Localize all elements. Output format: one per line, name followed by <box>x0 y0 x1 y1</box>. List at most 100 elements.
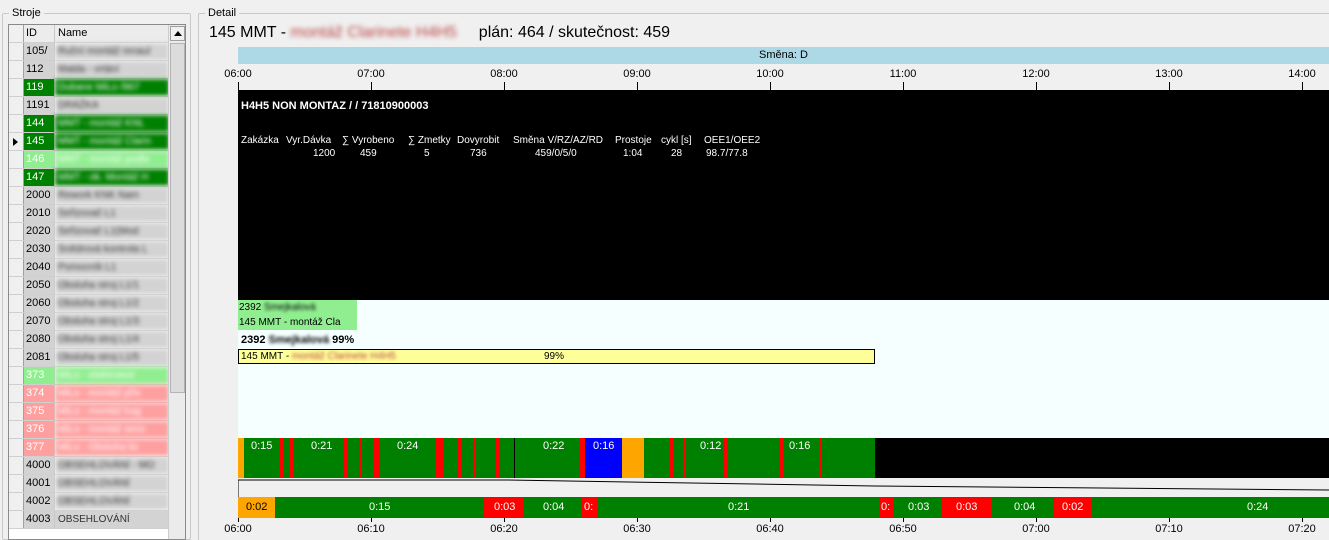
machine-name[interactable]: Snědrová kontrola L <box>55 241 169 258</box>
row-selector[interactable] <box>9 511 24 528</box>
machine-id[interactable]: 147 <box>24 169 55 186</box>
machine-id[interactable]: 374 <box>24 385 55 402</box>
row-selector[interactable] <box>9 97 24 114</box>
row-selector[interactable] <box>9 205 24 222</box>
machine-id[interactable]: 2040 <box>24 259 55 276</box>
machine-id[interactable]: 2030 <box>24 241 55 258</box>
machine-name[interactable]: OBSEHLOVÁNÍ <box>55 493 169 510</box>
machine-id[interactable]: 1191 <box>24 97 55 114</box>
machine-name[interactable]: MiLo - montáž hug <box>55 403 169 420</box>
machine-name[interactable]: MiLo - Obsluha lis <box>55 439 169 456</box>
status-segment-setup[interactable] <box>622 438 644 478</box>
machine-row[interactable]: 2030 Snědrová kontrola L <box>9 241 169 259</box>
machines-grid[interactable]: ID Name 105/Ruční montáž renaul 112 Malda … <box>8 24 186 540</box>
machine-row[interactable]: 1191 DRÁŽKA <box>9 97 169 115</box>
machine-name[interactable]: OBSEHLOVÁNÍ <box>55 475 169 492</box>
status-segment-run[interactable] <box>444 438 458 478</box>
machine-row[interactable]: 2050 Obsluha stroj L1/1 <box>9 277 169 295</box>
machine-name[interactable]: MiLo - montáž přív <box>55 385 169 402</box>
machine-name[interactable]: Seřizovač L1 <box>55 205 169 222</box>
zoom-segment-run[interactable] <box>1092 497 1329 518</box>
machine-name[interactable]: MMT - montáž podlo <box>55 151 169 168</box>
machine-id[interactable]: 2070 <box>24 313 55 330</box>
machine-id[interactable]: 4003 <box>24 511 55 528</box>
machine-row[interactable]: 377 MiLo - Obsluha lis <box>9 439 169 457</box>
machine-name[interactable]: MMT - ok. Montáž H <box>55 169 169 186</box>
status-segment-run[interactable] <box>347 438 360 478</box>
machine-name[interactable]: Obsluha stroj L1/4 <box>55 331 169 348</box>
machine-row[interactable]: 2000 Rework KNK Nam <box>9 187 169 205</box>
status-segment-run[interactable] <box>728 438 780 478</box>
machine-id[interactable]: 376 <box>24 421 55 438</box>
machine-row[interactable]: 146 MMT - montáž podlo <box>9 151 169 169</box>
machine-id[interactable]: 146 <box>24 151 55 168</box>
machine-id[interactable]: 112 <box>24 61 55 78</box>
machine-row[interactable]: 4000 OBSEHLOVÁNÍ - MO <box>9 457 169 475</box>
machine-name[interactable]: Ruční montáž renaul <box>55 43 169 60</box>
machine-row[interactable]: 145 MMT - montáž Clarin <box>9 133 169 151</box>
machine-id[interactable]: 2010 <box>24 205 55 222</box>
row-selector[interactable] <box>9 169 24 186</box>
machine-name[interactable]: OBSEHLOVÁNÍ - MO <box>55 457 169 474</box>
machine-row[interactable]: 2080 Obsluha stroj L1/4 <box>9 331 169 349</box>
status-segment-run[interactable] <box>644 438 670 478</box>
row-selector[interactable] <box>9 277 24 294</box>
operator-progress-bar[interactable]: 145 MMT - montáž Clarinete H4H5 99% <box>238 349 875 364</box>
machine-id[interactable]: 2060 <box>24 295 55 312</box>
row-selector[interactable] <box>9 385 24 402</box>
machine-name[interactable]: MMT - montáž KNL <box>55 115 169 132</box>
machine-id[interactable]: 4000 <box>24 457 55 474</box>
row-selector[interactable] <box>9 187 24 204</box>
status-segment-run[interactable] <box>822 438 875 478</box>
row-selector[interactable] <box>9 61 24 78</box>
machine-name[interactable]: Rework KNK Nam <box>55 187 169 204</box>
machine-id[interactable]: 2081 <box>24 349 55 366</box>
row-selector[interactable] <box>9 367 24 384</box>
machine-name[interactable]: MiLo - montáž senz <box>55 421 169 438</box>
row-selector[interactable] <box>9 439 24 456</box>
column-header-id[interactable]: ID <box>24 25 55 42</box>
machine-row[interactable]: 119 Dubane MiLo /967 <box>9 79 169 97</box>
status-segment-run[interactable] <box>476 438 496 478</box>
machine-id[interactable]: 2050 <box>24 277 55 294</box>
machine-row[interactable]: 374 MiLo - montáž přív <box>9 385 169 403</box>
row-selector[interactable] <box>9 241 24 258</box>
machine-name[interactable]: Obsluha stroj L1/1 <box>55 277 169 294</box>
row-selector[interactable] <box>9 349 24 366</box>
machine-id[interactable]: 373 <box>24 367 55 384</box>
row-selector[interactable] <box>9 115 24 132</box>
row-selector[interactable] <box>9 259 24 276</box>
status-segment-stop[interactable] <box>435 438 444 478</box>
row-selector[interactable] <box>9 151 24 168</box>
machine-name[interactable]: MMT - montáž Clarin <box>55 133 169 150</box>
machine-name[interactable]: Obsluha stroj L1/5 <box>55 349 169 366</box>
row-selector[interactable] <box>9 457 24 474</box>
machine-row[interactable]: 2020 Seřizovač L1(Mod <box>9 223 169 241</box>
machine-row[interactable]: 373 MiLo - elektrotest <box>9 367 169 385</box>
row-selector[interactable] <box>9 43 24 60</box>
machine-name[interactable]: DRÁŽKA <box>55 97 169 114</box>
machine-row[interactable]: 2060 Obsluha stroj L1/2 <box>9 295 169 313</box>
row-selector[interactable] <box>9 331 24 348</box>
machine-row[interactable]: 4002 OBSEHLOVÁNÍ <box>9 493 169 511</box>
machine-name[interactable]: Seřizovač L1(Mod <box>55 223 169 240</box>
scroll-thumb[interactable] <box>170 43 185 393</box>
machine-row[interactable]: 147 MMT - ok. Montáž H <box>9 169 169 187</box>
machine-row[interactable]: 2081 Obsluha stroj L1/5 <box>9 349 169 367</box>
row-selector[interactable] <box>9 223 24 240</box>
machine-row[interactable]: 2070 Obsluha stroj L1/3 <box>9 313 169 331</box>
machine-row[interactable]: 144 MMT - montáž KNL <box>9 115 169 133</box>
column-header-name[interactable]: Name <box>55 25 169 42</box>
machine-row[interactable]: 112 Malda - vrtání <box>9 61 169 79</box>
machine-row[interactable]: 105/Ruční montáž renaul <box>9 43 169 61</box>
machine-id[interactable]: 2000 <box>24 187 55 204</box>
operator-card[interactable]: 2392 Smejkalová 145 MMT - montáž Cla <box>238 300 357 330</box>
machine-row[interactable]: 4003 OBSEHLOVÁNÍ <box>9 511 169 529</box>
row-selector[interactable] <box>9 133 24 150</box>
machine-row[interactable]: 4001 OBSEHLOVÁNÍ <box>9 475 169 493</box>
machine-id[interactable]: 119 <box>24 79 55 96</box>
status-segment-run[interactable] <box>499 438 579 478</box>
machine-row[interactable]: 2040 Pomocník L1 <box>9 259 169 277</box>
row-selector[interactable] <box>9 421 24 438</box>
machine-row[interactable]: 2010 Seřizovač L1 <box>9 205 169 223</box>
